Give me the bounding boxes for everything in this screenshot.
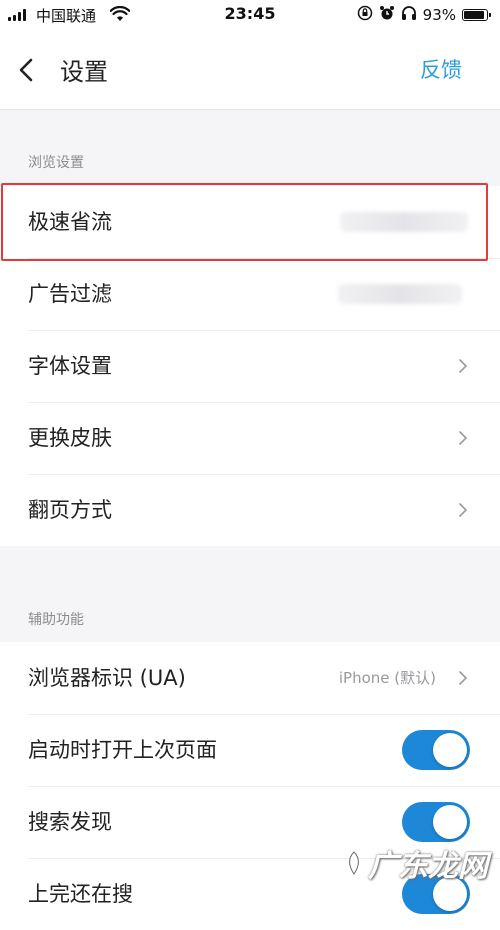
status-bar: 中国联通 23:45 93% [0,0,500,30]
blurred-value [338,284,462,304]
watermark: 广东龙网 [344,841,488,885]
feedback-button[interactable]: 反馈 [420,54,462,84]
settings-item-label: 更换皮肤 [28,426,112,450]
nav-bar: 设置 反馈 [0,30,500,110]
settings-item-user-agent[interactable]: 浏览器标识 (UA) iPhone (默认) [0,642,500,714]
section-header-assist: 辅助功能 [28,612,84,628]
alarm-icon [379,5,395,25]
chevron-right-icon [459,431,468,445]
settings-item-ad-filter[interactable]: 广告过滤 [0,258,500,330]
orientation-lock-icon [357,5,373,25]
settings-item-skin[interactable]: 更换皮肤 [0,402,500,474]
chevron-right-icon [459,671,468,685]
chevron-left-icon [19,58,33,82]
settings-item-label: 上完还在搜 [28,882,133,906]
settings-item-restore-last-page: 启动时打开上次页面 [0,714,500,786]
back-button[interactable] [16,54,40,86]
settings-item-label: 翻页方式 [28,498,112,522]
battery-percent: 93% [422,6,456,24]
settings-item-page-turn[interactable]: 翻页方式 [0,474,500,546]
chevron-right-icon [459,359,468,373]
search-discover-toggle[interactable] [402,802,470,842]
settings-item-value: iPhone (默认) [338,669,436,687]
blurred-value [340,212,468,232]
settings-item-font[interactable]: 字体设置 [0,330,500,402]
settings-item-label: 字体设置 [28,354,112,378]
chevron-right-icon [459,503,468,517]
settings-item-label: 广告过滤 [28,282,112,306]
watermark-text: 广东龙网 [368,849,488,884]
settings-item-label: 极速省流 [28,210,112,234]
headphones-icon [401,5,417,25]
restore-last-page-toggle[interactable] [402,730,470,770]
battery-icon [462,9,491,21]
browsing-settings-group: 极速省流 广告过滤 字体设置 更换皮肤 翻页方式 [0,186,500,546]
settings-item-label: 浏览器标识 (UA) [28,666,186,690]
settings-item-data-saver[interactable]: 极速省流 [0,186,500,258]
watermark-logo-icon [349,851,359,875]
settings-item-label: 搜索发现 [28,810,112,834]
section-header-browsing: 浏览设置 [28,155,84,171]
settings-item-label: 启动时打开上次页面 [28,738,217,762]
assist-settings-group: 浏览器标识 (UA) iPhone (默认) 启动时打开上次页面 搜索发现 上完… [0,642,500,930]
page-title: 设置 [60,58,108,86]
